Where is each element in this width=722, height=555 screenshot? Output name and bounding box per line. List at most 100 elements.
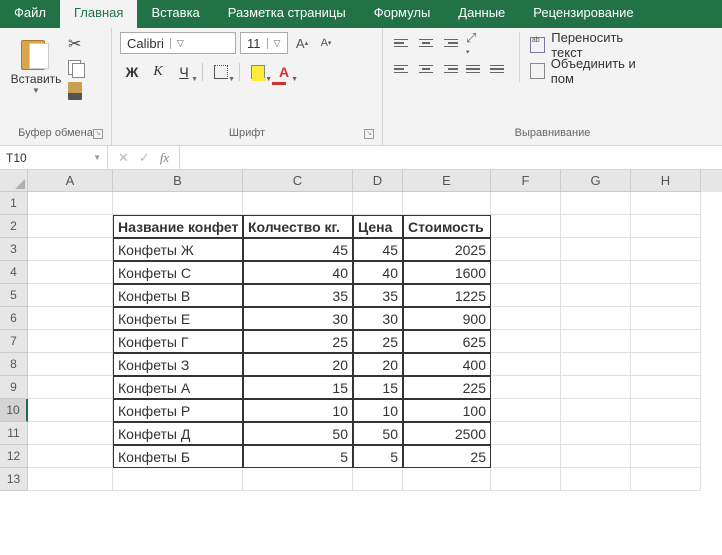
cell[interactable]: Цена <box>353 215 403 238</box>
cell[interactable] <box>561 422 631 445</box>
grow-font-button[interactable]: A▴ <box>292 32 312 54</box>
cell[interactable] <box>491 284 561 307</box>
cell[interactable]: 45 <box>353 238 403 261</box>
cell[interactable] <box>113 468 243 491</box>
cell[interactable]: 10 <box>353 399 403 422</box>
cell[interactable] <box>561 376 631 399</box>
cell[interactable] <box>28 238 113 261</box>
cell[interactable]: 45 <box>243 238 353 261</box>
cell[interactable]: 10 <box>243 399 353 422</box>
col-header-A[interactable]: A <box>28 170 113 192</box>
row-header[interactable]: 8 <box>0 353 28 376</box>
tab-review[interactable]: Рецензирование <box>519 0 647 28</box>
cell[interactable] <box>28 353 113 376</box>
decrease-indent-button[interactable] <box>463 58 485 80</box>
cut-button[interactable]: ✂ <box>68 34 84 54</box>
cell[interactable]: 30 <box>353 307 403 330</box>
cell[interactable] <box>28 468 113 491</box>
cell[interactable] <box>631 399 701 422</box>
cell[interactable] <box>561 353 631 376</box>
cell[interactable] <box>631 468 701 491</box>
tab-insert[interactable]: Вставка <box>137 0 213 28</box>
cell[interactable]: 20 <box>353 353 403 376</box>
cell[interactable]: 15 <box>353 376 403 399</box>
cell[interactable]: 40 <box>353 261 403 284</box>
cell[interactable] <box>28 399 113 422</box>
cell[interactable]: 30 <box>243 307 353 330</box>
cell[interactable] <box>28 261 113 284</box>
row-header[interactable]: 5 <box>0 284 28 307</box>
cell[interactable] <box>113 192 243 215</box>
cell[interactable]: Конфеты Е <box>113 307 243 330</box>
cell[interactable] <box>28 284 113 307</box>
cell[interactable]: 25 <box>243 330 353 353</box>
row-header[interactable]: 11 <box>0 422 28 445</box>
cell[interactable] <box>561 215 631 238</box>
col-header-B[interactable]: B <box>113 170 243 192</box>
tab-data[interactable]: Данные <box>444 0 519 28</box>
row-header[interactable]: 4 <box>0 261 28 284</box>
cell[interactable] <box>631 376 701 399</box>
cell[interactable] <box>403 192 491 215</box>
tab-file[interactable]: Файл <box>0 0 60 28</box>
cell[interactable] <box>561 261 631 284</box>
row-header[interactable]: 13 <box>0 468 28 491</box>
cell[interactable]: Конфеты В <box>113 284 243 307</box>
cell[interactable]: Конфеты С <box>113 261 243 284</box>
align-middle-button[interactable] <box>415 32 437 54</box>
align-bottom-button[interactable] <box>439 32 461 54</box>
cell[interactable]: 5 <box>353 445 403 468</box>
cell[interactable] <box>631 261 701 284</box>
cell[interactable] <box>631 215 701 238</box>
cell[interactable] <box>491 468 561 491</box>
tab-home[interactable]: Главная <box>60 0 137 28</box>
cell[interactable] <box>491 261 561 284</box>
merge-button[interactable]: Объединить и пом <box>530 60 641 82</box>
row-header[interactable]: 6 <box>0 307 28 330</box>
shrink-font-button[interactable]: A▾ <box>316 32 336 54</box>
row-header[interactable]: 7 <box>0 330 28 353</box>
cell[interactable]: 25 <box>403 445 491 468</box>
cell[interactable]: Колчество кг. <box>243 215 353 238</box>
row-header[interactable]: 3 <box>0 238 28 261</box>
cell[interactable] <box>561 192 631 215</box>
cell[interactable] <box>631 353 701 376</box>
cell[interactable]: Стоимость <box>403 215 491 238</box>
dialog-launcher-icon[interactable]: ↘ <box>364 129 374 139</box>
cell[interactable]: 900 <box>403 307 491 330</box>
increase-indent-button[interactable] <box>487 58 509 80</box>
cell[interactable] <box>243 192 353 215</box>
paste-button[interactable]: Вставить ▼ <box>8 32 64 99</box>
cell[interactable]: Конфеты Б <box>113 445 243 468</box>
cell[interactable] <box>561 284 631 307</box>
cell[interactable] <box>491 445 561 468</box>
cell[interactable] <box>561 238 631 261</box>
cell[interactable] <box>28 376 113 399</box>
italic-button[interactable]: К <box>146 60 170 84</box>
cell[interactable]: Конфеты Г <box>113 330 243 353</box>
wrap-text-button[interactable]: Переносить текст <box>530 34 641 56</box>
cell[interactable] <box>631 284 701 307</box>
cell[interactable] <box>631 192 701 215</box>
row-header[interactable]: 12 <box>0 445 28 468</box>
cell[interactable] <box>28 192 113 215</box>
cell[interactable] <box>491 422 561 445</box>
cell[interactable] <box>491 307 561 330</box>
cell[interactable] <box>491 376 561 399</box>
cell[interactable]: 35 <box>353 284 403 307</box>
tab-layout[interactable]: Разметка страницы <box>214 0 360 28</box>
col-header-G[interactable]: G <box>561 170 631 192</box>
align-top-button[interactable] <box>391 32 413 54</box>
cell[interactable]: 2025 <box>403 238 491 261</box>
enter-formula-icon[interactable]: ✓ <box>139 150 150 166</box>
col-header-E[interactable]: E <box>403 170 491 192</box>
borders-button[interactable]: ▼ <box>209 60 233 84</box>
cell[interactable]: Конфеты З <box>113 353 243 376</box>
col-header-D[interactable]: D <box>353 170 403 192</box>
name-box[interactable]: T10▼ <box>0 146 108 169</box>
fx-icon[interactable]: fx <box>160 150 169 166</box>
font-size-combo[interactable]: 11▽ <box>240 32 288 54</box>
cell[interactable] <box>353 192 403 215</box>
align-right-button[interactable] <box>439 58 461 80</box>
cell[interactable] <box>491 192 561 215</box>
